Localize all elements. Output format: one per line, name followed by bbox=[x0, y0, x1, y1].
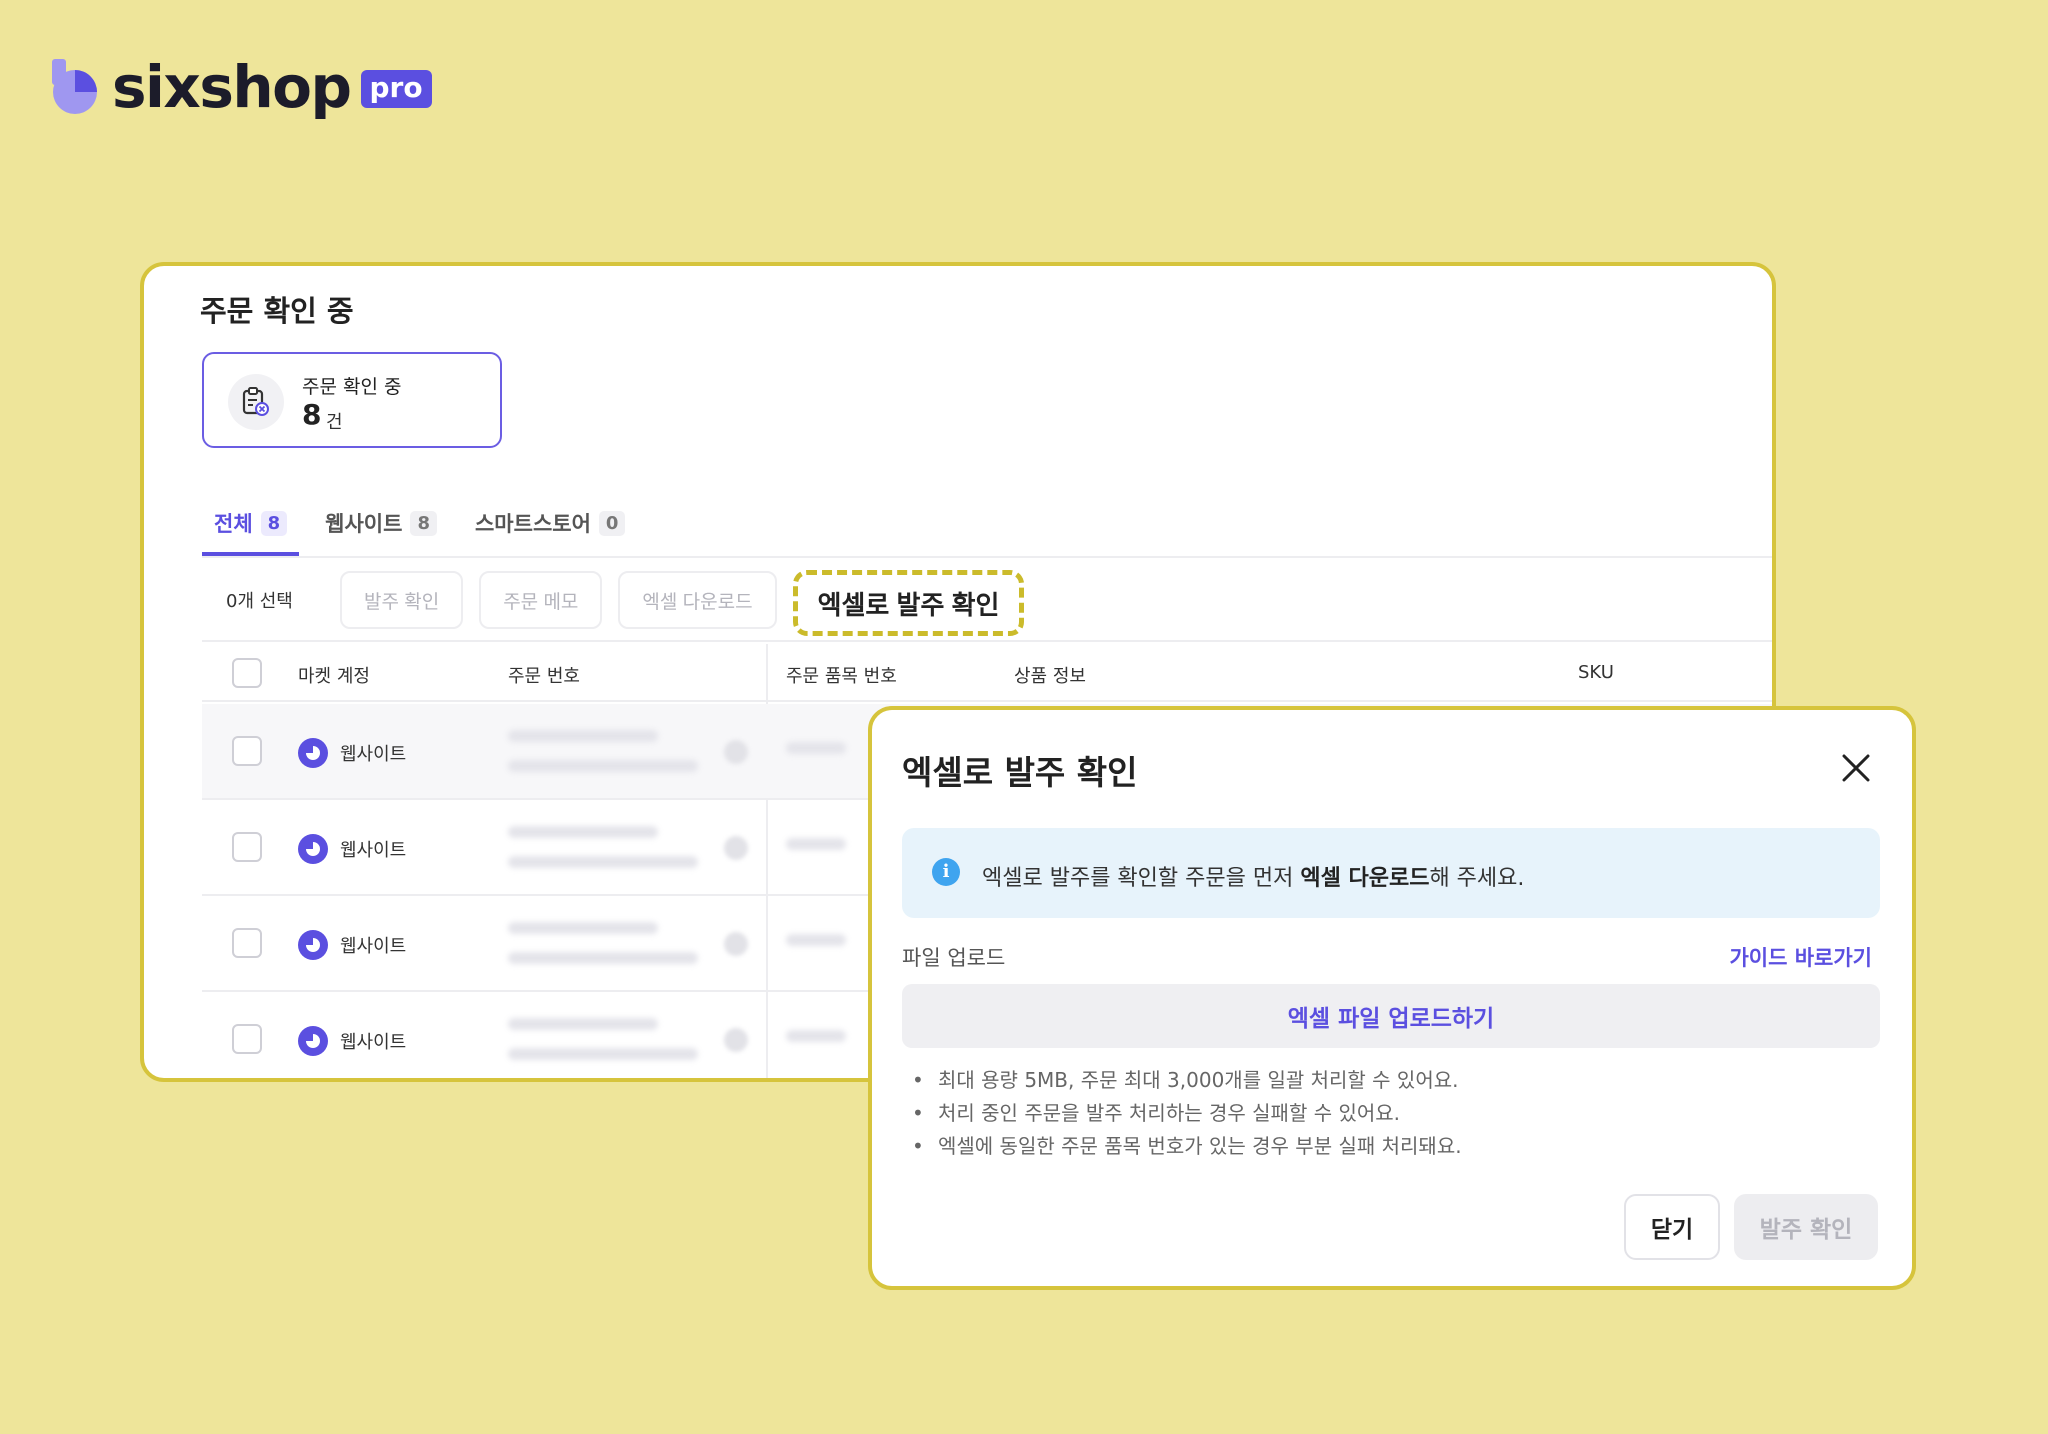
excel-download-button[interactable]: 엑셀 다운로드 bbox=[618, 571, 777, 629]
select-all-checkbox[interactable] bbox=[232, 658, 262, 688]
note-item: 최대 용량 5MB, 주문 최대 3,000개를 일괄 처리할 수 있어요. bbox=[912, 1064, 1462, 1097]
header-product-info: 상품 정보 bbox=[1014, 666, 1086, 687]
row-checkbox[interactable] bbox=[232, 736, 262, 766]
pro-badge: pro bbox=[360, 70, 432, 108]
tabs-divider bbox=[202, 556, 1772, 558]
confirm-button[interactable]: 발주 확인 bbox=[1734, 1194, 1878, 1260]
item-number-redacted bbox=[786, 934, 846, 946]
excel-confirm-dialog: 엑셀로 발주 확인 i 엑셀로 발주를 확인할 주문을 먼저 엑셀 다운로드해 … bbox=[868, 706, 1916, 1290]
order-number-redacted bbox=[508, 1018, 658, 1030]
row-checkbox[interactable] bbox=[232, 1024, 262, 1054]
order-memo-button[interactable]: 주문 메모 bbox=[479, 571, 603, 629]
tab-all[interactable]: 전체 8 bbox=[202, 496, 300, 556]
item-number-redacted bbox=[786, 742, 846, 754]
page-title: 주문 확인 중 bbox=[200, 294, 354, 328]
excel-confirm-button[interactable]: 엑셀로 발주 확인 bbox=[792, 570, 1025, 636]
website-icon bbox=[298, 738, 328, 768]
bulk-action-toolbar: 0개 선택 발주 확인 주문 메모 엑셀 다운로드 엑셀로 발주 확인 bbox=[202, 570, 1040, 636]
tab-label: 전체 bbox=[214, 512, 253, 536]
sixshop-logo: sixshop pro bbox=[52, 58, 432, 116]
info-icon: i bbox=[932, 858, 960, 886]
header-item-number: 주문 품목 번호 bbox=[786, 666, 897, 687]
market-label: 웹사이트 bbox=[340, 936, 407, 957]
order-date-redacted bbox=[508, 760, 698, 772]
tab-website[interactable]: 웹사이트 8 bbox=[313, 496, 449, 550]
sixshop-logo-icon bbox=[52, 59, 98, 115]
market-label: 웹사이트 bbox=[340, 840, 407, 861]
table-divider bbox=[202, 640, 1772, 642]
info-text-bold: 엑셀 다운로드 bbox=[1300, 866, 1430, 891]
website-icon bbox=[298, 834, 328, 864]
order-date-redacted bbox=[508, 952, 698, 964]
row-checkbox[interactable] bbox=[232, 928, 262, 958]
clipboard-clock-icon bbox=[228, 374, 284, 430]
close-icon[interactable] bbox=[1840, 752, 1872, 784]
upload-label: 파일 업로드 bbox=[902, 946, 1006, 970]
item-number-redacted bbox=[786, 1030, 846, 1042]
order-number-redacted bbox=[508, 826, 658, 838]
info-text-suffix: 해 주세요. bbox=[1429, 866, 1525, 891]
tab-count: 8 bbox=[410, 510, 437, 536]
guide-link[interactable]: 가이드 바로가기 bbox=[1729, 942, 1872, 972]
website-icon bbox=[298, 1026, 328, 1056]
tab-smartstore[interactable]: 스마트스토어 0 bbox=[463, 496, 637, 550]
tab-count: 0 bbox=[598, 510, 626, 536]
item-number-redacted bbox=[786, 838, 846, 850]
header-order-number: 주문 번호 bbox=[508, 666, 580, 687]
channel-tabs: 전체 8 웹사이트 8 스마트스토어 0 bbox=[202, 496, 651, 556]
table-header: 마켓 계정 주문 번호 주문 품목 번호 상품 정보 SKU bbox=[202, 644, 1772, 702]
copy-icon[interactable] bbox=[724, 836, 748, 860]
upload-excel-button[interactable]: 엑셀 파일 업로드하기 bbox=[902, 984, 1880, 1048]
summary-card[interactable]: 주문 확인 중 8 건 bbox=[202, 352, 502, 448]
header-market: 마켓 계정 bbox=[298, 666, 370, 687]
header-sku: SKU bbox=[1578, 662, 1614, 683]
note-item: 처리 중인 주문을 발주 처리하는 경우 실패할 수 있어요. bbox=[912, 1097, 1462, 1130]
tab-label: 웹사이트 bbox=[325, 512, 403, 536]
tab-count: 8 bbox=[260, 510, 288, 536]
logo-wordmark: sixshop bbox=[112, 53, 352, 121]
copy-icon[interactable] bbox=[724, 1028, 748, 1052]
order-number-redacted bbox=[508, 730, 658, 742]
info-text-prefix: 엑셀로 발주를 확인할 주문을 먼저 bbox=[982, 866, 1301, 891]
order-date-redacted bbox=[508, 1048, 698, 1060]
upload-notes: 최대 용량 5MB, 주문 최대 3,000개를 일괄 처리할 수 있어요. 처… bbox=[912, 1064, 1462, 1163]
website-icon bbox=[298, 930, 328, 960]
copy-icon[interactable] bbox=[724, 932, 748, 956]
dialog-footer: 닫기 발주 확인 bbox=[1624, 1194, 1878, 1260]
summary-unit: 건 bbox=[326, 412, 343, 433]
order-number-redacted bbox=[508, 922, 658, 934]
row-checkbox[interactable] bbox=[232, 832, 262, 862]
confirm-order-button[interactable]: 발주 확인 bbox=[340, 571, 464, 629]
market-label: 웹사이트 bbox=[340, 1032, 407, 1053]
market-label: 웹사이트 bbox=[340, 744, 407, 765]
order-date-redacted bbox=[508, 856, 698, 868]
copy-icon[interactable] bbox=[724, 740, 748, 764]
tab-label: 스마트스토어 bbox=[474, 512, 591, 536]
dialog-title: 엑셀로 발주 확인 bbox=[902, 753, 1138, 792]
summary-count: 8 bbox=[302, 398, 322, 431]
note-item: 엑셀에 동일한 주문 품목 번호가 있는 경우 부분 실패 처리돼요. bbox=[912, 1130, 1462, 1163]
info-banner: i 엑셀로 발주를 확인할 주문을 먼저 엑셀 다운로드해 주세요. bbox=[902, 828, 1880, 918]
summary-label: 주문 확인 중 bbox=[302, 376, 402, 398]
selected-count: 0개 선택 bbox=[226, 591, 293, 612]
info-text: 엑셀로 발주를 확인할 주문을 먼저 엑셀 다운로드해 주세요. bbox=[982, 860, 1524, 892]
close-button[interactable]: 닫기 bbox=[1624, 1194, 1720, 1260]
